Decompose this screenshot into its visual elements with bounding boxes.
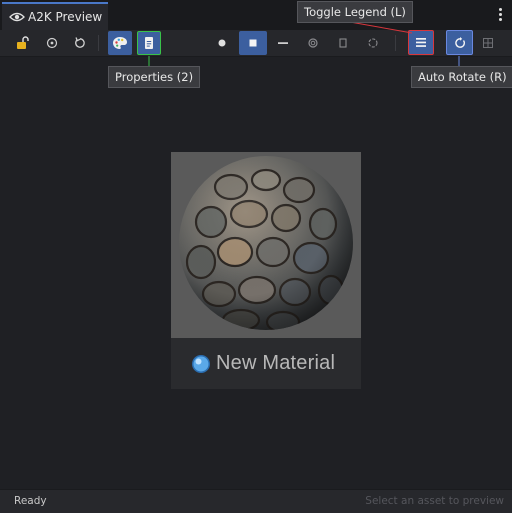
material-label: New Material [171,338,361,389]
material-sphere-preview[interactable] [171,152,361,338]
stone-material-sphere [179,156,353,330]
status-text: Ready [14,495,47,507]
material-name: New Material [216,352,336,374]
material-icon [192,354,210,373]
material-preview-card[interactable]: New Material [171,152,361,389]
tooltip-auto-rotate: Auto Rotate (R) [411,66,512,88]
tooltip-properties: Properties (2) [108,66,201,88]
status-bar: Ready Select an asset to preview [0,489,512,513]
tooltip-toggle-legend: Toggle Legend (L) [297,1,413,23]
status-hint: Select an asset to preview [365,495,504,507]
legend-leader [349,21,413,34]
